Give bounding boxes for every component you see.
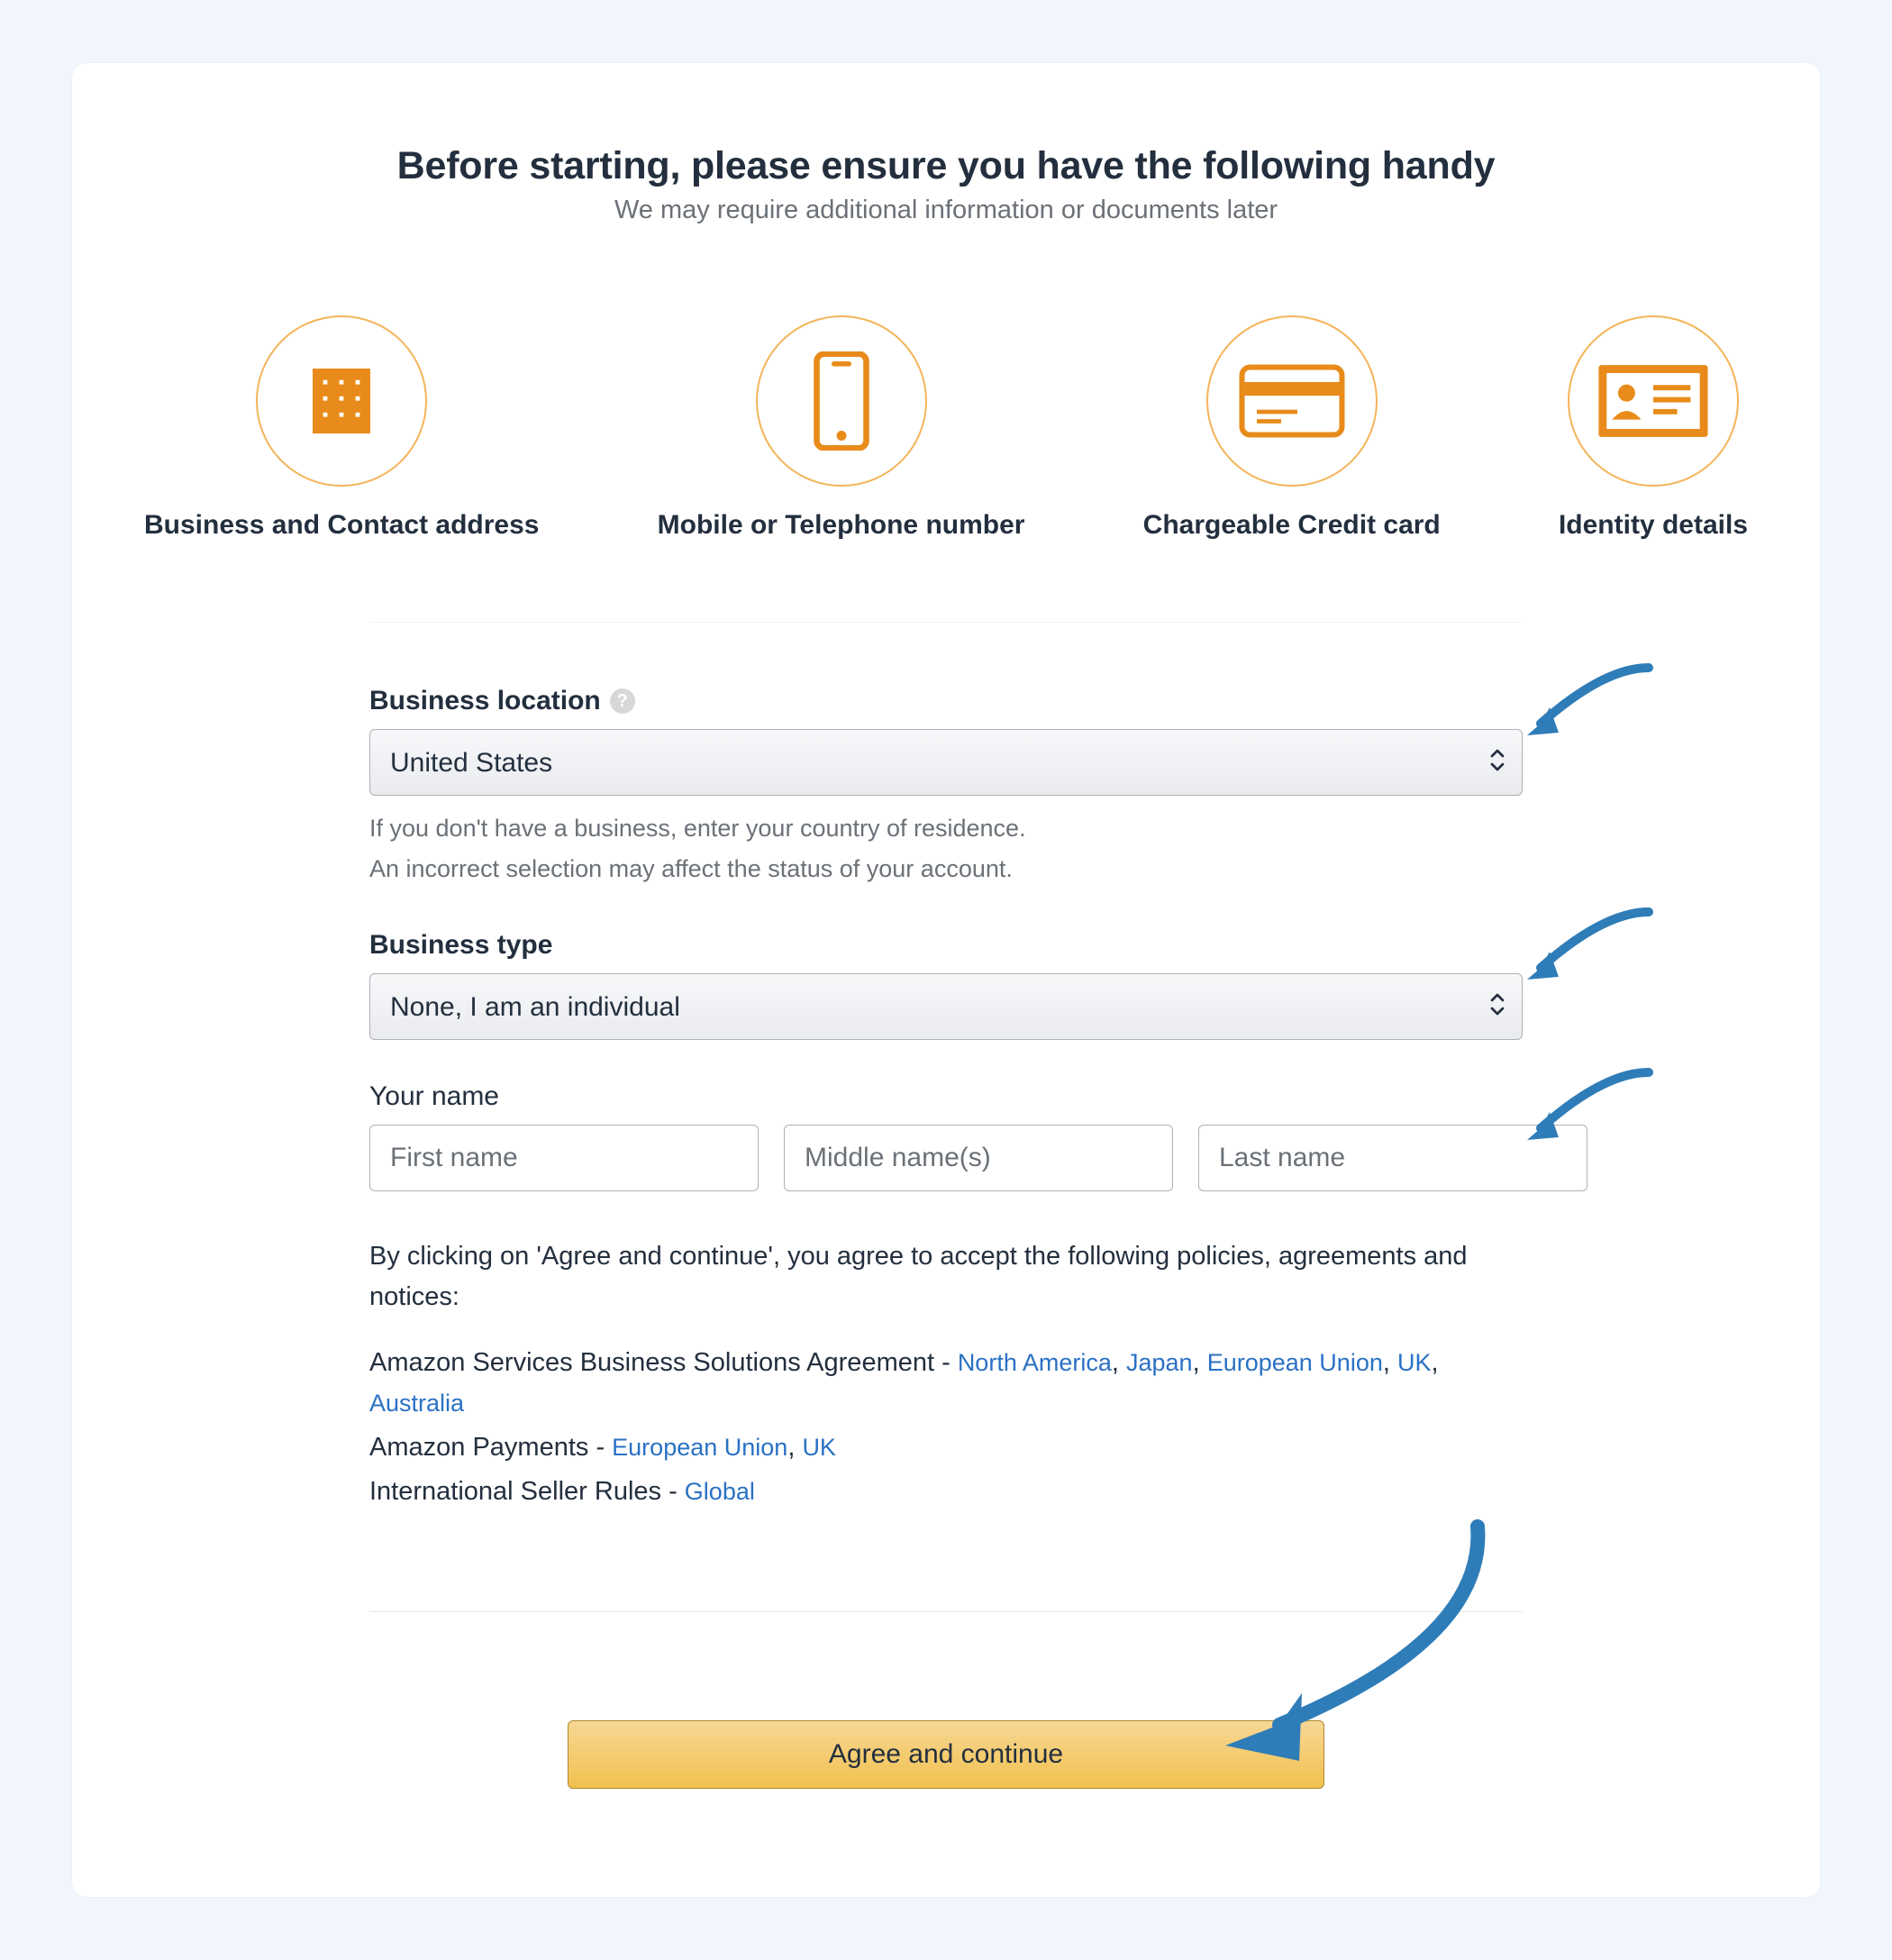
building-icon: [256, 315, 427, 487]
label-text: Business location: [369, 686, 601, 716]
legal-block: By clicking on 'Agree and continue', you…: [369, 1236, 1523, 1512]
link-eu[interactable]: European Union: [1207, 1349, 1383, 1376]
legal-payments-row: Amazon Payments - European Union, UK: [369, 1427, 1523, 1468]
hint-text: If you don't have a business, enter your…: [369, 808, 1523, 889]
annotation-arrow-icon: [1505, 659, 1658, 758]
hint-line: If you don't have a business, enter your…: [369, 808, 1523, 849]
middle-name-input[interactable]: [784, 1125, 1173, 1191]
legal-label: International Seller Rules -: [369, 1477, 685, 1506]
help-icon[interactable]: ?: [610, 688, 635, 714]
legal-label: Amazon Services Business Solutions Agree…: [369, 1348, 958, 1377]
registration-card: Before starting, please ensure you have …: [72, 63, 1820, 1897]
business-location-label: Business location ?: [369, 686, 1523, 716]
business-type-label: Business type: [369, 930, 1523, 961]
link-eu[interactable]: European Union: [612, 1434, 787, 1461]
credit-card-icon: [1206, 315, 1378, 487]
your-name-label: Your name: [369, 1081, 1523, 1112]
hint-line: An incorrect selection may affect the st…: [369, 849, 1523, 889]
link-uk[interactable]: UK: [802, 1434, 836, 1461]
requirements-row: Business and Contact address Mobile or T…: [126, 315, 1766, 541]
your-name-group: Your name: [369, 1081, 1523, 1191]
req-mobile: Mobile or Telephone number: [658, 315, 1025, 541]
req-label: Mobile or Telephone number: [658, 510, 1025, 541]
legal-isr-row: International Seller Rules - Global: [369, 1472, 1523, 1512]
annotation-arrow-icon: [1505, 903, 1658, 1002]
agree-continue-button[interactable]: Agree and continue: [568, 1720, 1324, 1789]
link-uk[interactable]: UK: [1397, 1349, 1432, 1376]
req-identity: Identity details: [1559, 315, 1748, 541]
heading-block: Before starting, please ensure you have …: [126, 144, 1766, 225]
page-title: Before starting, please ensure you have …: [126, 144, 1766, 188]
req-credit: Chargeable Credit card: [1143, 315, 1441, 541]
link-north-america[interactable]: North America: [958, 1349, 1112, 1376]
req-business-contact: Business and Contact address: [144, 315, 539, 541]
business-location-group: Business location ? United States If you…: [369, 686, 1523, 889]
page-subtitle: We may require additional information or…: [126, 196, 1766, 225]
link-australia[interactable]: Australia: [369, 1390, 464, 1417]
legal-asbsa-row: Amazon Services Business Solutions Agree…: [369, 1343, 1523, 1424]
req-label: Identity details: [1559, 510, 1748, 541]
first-name-input[interactable]: [369, 1125, 759, 1191]
req-label: Chargeable Credit card: [1143, 510, 1441, 541]
phone-icon: [756, 315, 927, 487]
form-area: Business location ? United States If you…: [369, 622, 1523, 1789]
divider: [369, 1611, 1523, 1612]
business-location-select[interactable]: United States: [369, 729, 1523, 796]
legal-intro: By clicking on 'Agree and continue', you…: [369, 1236, 1523, 1317]
cta-wrap: Agree and continue: [369, 1720, 1523, 1789]
business-type-group: Business type None, I am an individual: [369, 930, 1523, 1040]
business-type-select[interactable]: None, I am an individual: [369, 973, 1523, 1040]
req-label: Business and Contact address: [144, 510, 539, 541]
last-name-input[interactable]: [1198, 1125, 1587, 1191]
legal-label: Amazon Payments -: [369, 1433, 612, 1462]
link-global[interactable]: Global: [685, 1478, 755, 1505]
id-card-icon: [1568, 315, 1739, 487]
link-japan[interactable]: Japan: [1126, 1349, 1193, 1376]
